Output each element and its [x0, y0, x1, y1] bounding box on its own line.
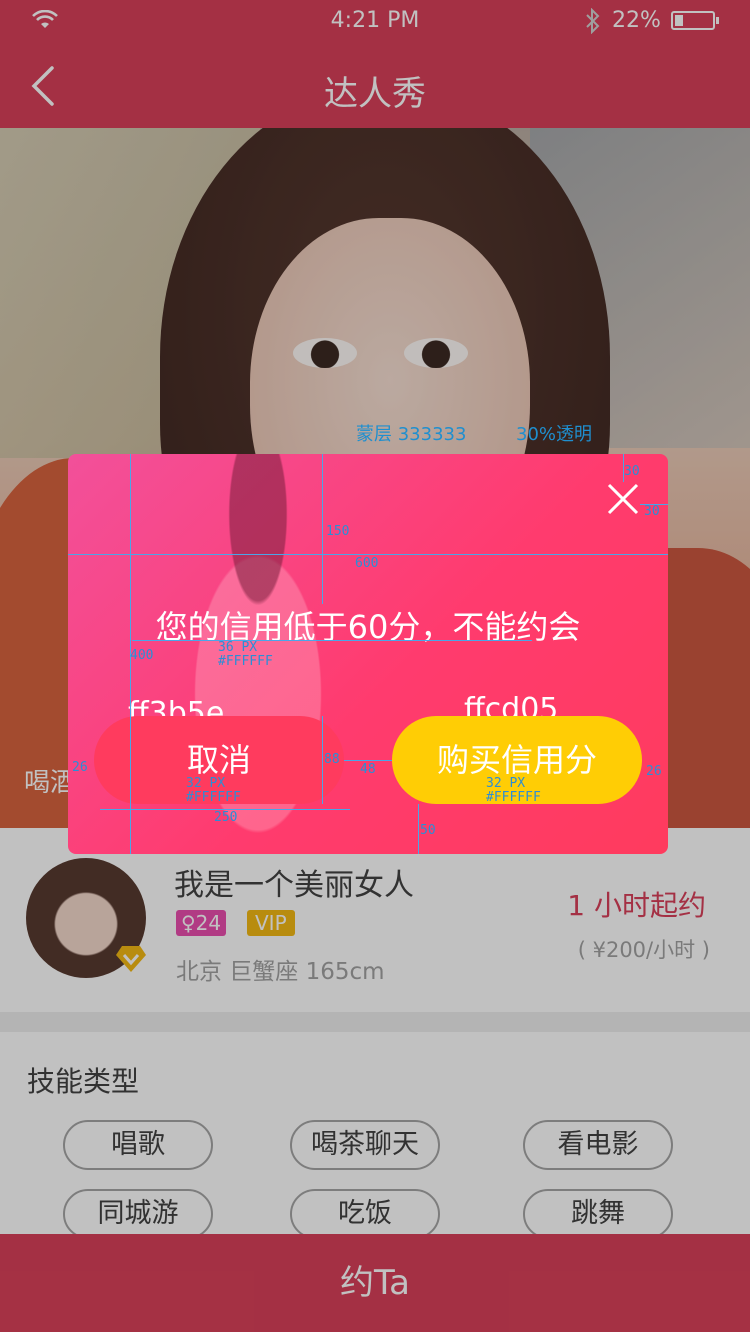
annot-buy-text-color: #FFFFFF	[486, 790, 541, 805]
mask-annotation-opacity: 30%透明	[516, 424, 593, 445]
close-icon[interactable]	[606, 482, 640, 516]
annot-dialog-height: 400	[130, 648, 154, 663]
annot-dialog-width: 600	[355, 556, 379, 571]
annot-text-color: #FFFFFF	[218, 654, 273, 669]
annot-btn-right-margin: 26	[646, 764, 662, 779]
annot-cancel-text-color: #FFFFFF	[186, 790, 241, 805]
mask-annotation-label: 蒙层 333333	[356, 424, 467, 445]
credit-dialog: 您的信用低于60分，不能约会 ff3b5e ffcd05 取消 购买信用分 30…	[68, 454, 668, 854]
dialog-message: 您的信用低于60分，不能约会	[155, 608, 581, 646]
annot-btn-gap: 48	[360, 762, 376, 777]
guide-line	[418, 804, 419, 854]
guide-line	[132, 640, 532, 641]
guide-line	[322, 454, 323, 604]
annot-cancel-text-size: 32 PX	[186, 776, 226, 791]
annot-btn-left-margin: 26	[72, 760, 88, 775]
guide-line	[322, 716, 323, 804]
guide-line	[344, 760, 392, 761]
annot-text-size: 36 PX	[218, 640, 258, 655]
guide-line	[68, 554, 668, 555]
annot-buy-text-size: 32 PX	[486, 776, 526, 791]
annot-close-right: 30	[644, 504, 660, 519]
annot-btn-width: 250	[214, 810, 238, 825]
annot-btn-height: 88	[324, 752, 340, 767]
annot-title-offset: 150	[326, 524, 350, 539]
annot-btn-bottom-margin: 50	[420, 823, 436, 838]
annot-close-top: 30	[624, 464, 640, 479]
